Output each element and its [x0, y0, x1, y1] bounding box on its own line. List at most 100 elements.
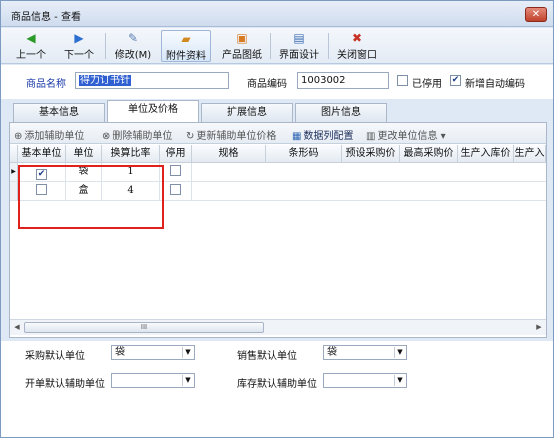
next-label: 下一个 — [64, 50, 94, 61]
tab-basic-info[interactable]: 基本信息 — [13, 103, 105, 122]
dropdown-arrow-icon: ▼ — [394, 375, 405, 386]
add-unit-label: 添加辅助单位 — [24, 131, 85, 142]
edit-button[interactable]: ✎ 修改(M) — [109, 30, 157, 62]
col-header-preset-price[interactable]: 预设采购价 — [342, 145, 400, 163]
product-code-label: 商品编码 — [247, 79, 287, 90]
row-empty-cells — [192, 163, 546, 182]
tab-images[interactable]: 图片信息 — [295, 103, 387, 122]
drawing-button[interactable]: ▣ 产品图纸 — [219, 30, 265, 62]
col-header-max-price[interactable]: 最高采购价 — [400, 145, 458, 163]
col-header-unit[interactable]: 单位 — [66, 145, 102, 163]
delete-unit-button[interactable]: ⊗ 删除辅助单位 — [102, 127, 172, 142]
scroll-thumb[interactable]: III — [24, 322, 264, 333]
close-button[interactable]: ✕ — [525, 7, 547, 22]
ui-design-button[interactable]: ▤ 界面设计 — [275, 30, 323, 62]
toolbar: ◀ 上一个 ▶ 下一个 ✎ 修改(M) ▰ 附件资料 ▣ 产品图纸 ▤ 界面设计… — [1, 28, 553, 64]
scroll-left-icon[interactable]: ◀ — [12, 322, 22, 333]
purchase-default-value: 袋 — [115, 347, 125, 358]
highlight-box — [18, 165, 164, 229]
product-name-field[interactable]: 得力订书针 — [75, 72, 229, 89]
stock-default-label: 库存默认辅助单位 — [237, 379, 317, 390]
col-header-spec[interactable]: 规格 — [192, 145, 266, 163]
window-title: 商品信息 - 查看 — [11, 12, 81, 23]
grid-corner — [10, 145, 18, 163]
row-indicator — [10, 182, 18, 201]
col-header-disabled[interactable]: 停用 — [160, 145, 192, 163]
horizontal-scrollbar[interactable]: ◀ III ▶ — [10, 319, 546, 335]
drawing-icon: ▣ — [236, 31, 248, 45]
title-bar: 商品信息 - 查看 ✕ — [1, 1, 553, 27]
col-header-barcode[interactable]: 条形码 — [266, 145, 342, 163]
purchase-default-select[interactable]: 袋 ▼ — [111, 345, 195, 360]
column-config-label: 数据列配置 — [303, 131, 354, 142]
unit-icon: ▥ — [366, 131, 376, 142]
update-price-label: 更新辅助单位价格 — [196, 131, 277, 142]
toolbar-divider — [105, 33, 106, 59]
dropdown-arrow-icon: ▼ — [394, 347, 405, 358]
folder-icon: ▰ — [181, 32, 191, 46]
scroll-right-icon[interactable]: ▶ — [534, 322, 544, 333]
autocode-checkbox[interactable]: ✔ — [450, 75, 461, 86]
add-unit-button[interactable]: ⊕ 添加辅助单位 — [14, 127, 84, 142]
product-code-field[interactable]: 1003002 — [297, 72, 389, 89]
columns-icon: ▦ — [292, 131, 302, 142]
column-config-button[interactable]: ▦ 数据列配置 — [292, 127, 353, 142]
autocode-label: 新增自动编码 — [465, 79, 525, 90]
row-disabled-checkbox[interactable] — [170, 184, 181, 195]
close-icon: ✖ — [351, 31, 363, 45]
refresh-icon: ↻ — [186, 131, 195, 142]
arrow-right-icon: ▶ — [74, 31, 84, 45]
col-header-base-unit[interactable]: 基本单位 — [18, 145, 66, 163]
arrow-left-icon: ◀ — [26, 31, 36, 45]
update-price-button[interactable]: ↻ 更新辅助单位价格 — [186, 127, 276, 142]
defaults-form: 采购默认单位 袋 ▼ 销售默认单位 袋 ▼ 开单默认辅助单位 ▼ 库存默认辅助单… — [1, 341, 553, 437]
change-unit-label: 更改单位信息 — [377, 131, 438, 142]
drawing-label: 产品图纸 — [222, 50, 262, 61]
toolbar-divider — [270, 33, 271, 59]
units-panel: ⊕ 添加辅助单位 ⊗ 删除辅助单位 ↻ 更新辅助单位价格 ▦ 数据列配置 ▥ 更改单位信息… — [9, 122, 547, 338]
disabled-cell[interactable] — [160, 182, 192, 201]
col-header-production-more[interactable]: 生产入 — [514, 145, 546, 163]
billing-default-label: 开单默认辅助单位 — [25, 379, 105, 390]
next-button[interactable]: ▶ 下一个 — [57, 30, 101, 62]
purchase-default-label: 采购默认单位 — [25, 351, 85, 362]
prev-button[interactable]: ◀ 上一个 — [11, 30, 51, 62]
prev-label: 上一个 — [16, 50, 46, 61]
row-indicator: ▶ — [10, 163, 18, 182]
tab-extended-info[interactable]: 扩展信息 — [201, 103, 293, 122]
disabled-label: 已停用 — [412, 79, 442, 90]
units-grid: 基本单位 单位 换算比率 停用 规格 条形码 预设采购价 最高采购价 生产入库价… — [10, 145, 546, 315]
disabled-cell[interactable] — [160, 163, 192, 182]
billing-default-select[interactable]: ▼ — [111, 373, 195, 388]
dropdown-arrow-icon: ▼ — [182, 347, 193, 358]
edit-icon: ✎ — [127, 31, 139, 45]
edit-label: 修改(M) — [114, 50, 152, 61]
sales-default-label: 销售默认单位 — [237, 351, 297, 362]
attachment-button[interactable]: ▰ 附件资料 — [161, 30, 211, 62]
tab-bar: 基本信息 单位及价格 扩展信息 图片信息 — [1, 100, 553, 122]
sales-default-select[interactable]: 袋 ▼ — [323, 345, 407, 360]
layout-icon: ▤ — [293, 31, 305, 45]
product-name-label: 商品名称 — [26, 79, 66, 90]
dropdown-arrow-icon: ▾ — [437, 131, 446, 142]
close-window-button[interactable]: ✖ 关闭窗口 — [333, 30, 381, 62]
change-unit-button[interactable]: ▥ 更改单位信息 ▾ — [366, 127, 446, 142]
header-form: 商品名称 得力订书针 商品编码 1003002 已停用 ✔ 新增自动编码 — [1, 65, 553, 99]
row-empty-cells — [192, 182, 546, 201]
grid-toolbar: ⊕ 添加辅助单位 ⊗ 删除辅助单位 ↻ 更新辅助单位价格 ▦ 数据列配置 ▥ 更改单位信息… — [10, 123, 546, 144]
stock-default-select[interactable]: ▼ — [323, 373, 407, 388]
product-name-value: 得力订书针 — [79, 75, 131, 86]
row-disabled-checkbox[interactable] — [170, 165, 181, 176]
col-header-ratio[interactable]: 换算比率 — [102, 145, 160, 163]
disabled-checkbox[interactable] — [397, 75, 408, 86]
delete-unit-label: 删除辅助单位 — [112, 131, 173, 142]
close-window-label: 关闭窗口 — [337, 50, 377, 61]
toolbar-divider — [328, 33, 329, 59]
sales-default-value: 袋 — [327, 347, 337, 358]
dropdown-arrow-icon: ▼ — [182, 375, 193, 386]
ui-design-label: 界面设计 — [279, 50, 319, 61]
tab-units-prices[interactable]: 单位及价格 — [107, 100, 199, 122]
product-info-window: 商品信息 - 查看 ✕ ◀ 上一个 ▶ 下一个 ✎ 修改(M) ▰ 附件资料 ▣… — [0, 0, 554, 438]
add-icon: ⊕ — [14, 131, 23, 142]
col-header-production-price[interactable]: 生产入库价 — [458, 145, 514, 163]
